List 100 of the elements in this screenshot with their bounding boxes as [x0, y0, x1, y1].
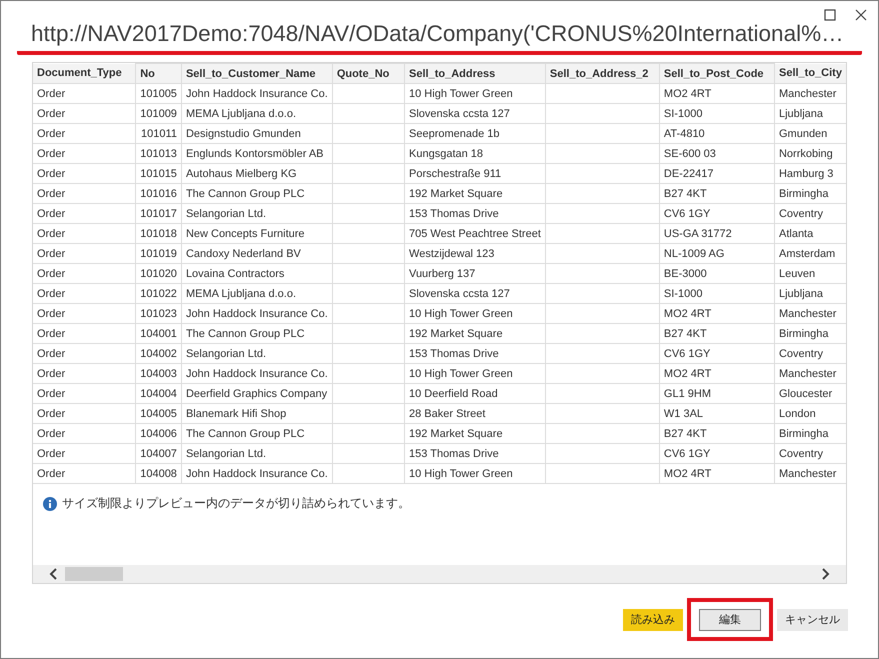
column-header[interactable]: Sell_to_Address_2 — [545, 64, 660, 84]
column-header[interactable]: Sell_to_Post_Code — [659, 64, 774, 84]
table-cell: Candoxy Nederland BV — [181, 244, 332, 264]
table-cell: Lovaina Contractors — [181, 264, 332, 284]
table-cell: Seepromenade 1b — [404, 124, 546, 144]
table-cell: Order — [33, 304, 136, 324]
table-cell: 101015 — [136, 164, 182, 184]
table-cell: 192 Market Square — [404, 424, 546, 444]
table-cell: CV6 1GY — [659, 344, 774, 364]
table-cell: NL-1009 AG — [659, 244, 774, 264]
table-cell: Slovenska ccsta 127 — [404, 104, 546, 124]
table-cell: Order — [33, 204, 136, 224]
table-cell: The Cannon Group PLC — [181, 424, 332, 444]
table-cell: DE-22417 — [659, 164, 774, 184]
table-cell: SI-1000 — [659, 104, 774, 124]
table-cell: SI-1000 — [659, 284, 774, 304]
table-cell: Order — [33, 124, 136, 144]
table-cell: 101019 — [136, 244, 182, 264]
table-cell: 101005 — [136, 84, 182, 104]
table-cell: MEMA Ljubljana d.o.o. — [181, 284, 332, 304]
table-cell: Order — [33, 264, 136, 284]
table-cell: 104002 — [136, 344, 182, 364]
horizontal-scrollbar[interactable] — [33, 565, 846, 583]
table-cell: John Haddock Insurance Co. — [181, 464, 332, 484]
table-cell: 101022 — [136, 284, 182, 304]
table-cell: Westzijdewal 123 — [404, 244, 546, 264]
table-cell: 101023 — [136, 304, 182, 324]
table-cell: 104008 — [136, 464, 182, 484]
table-cell: Order — [33, 324, 136, 344]
table-cell: 104004 — [136, 384, 182, 404]
table-cell: 28 Baker Street — [404, 404, 546, 424]
column-header[interactable]: Sell_to_Address — [404, 64, 546, 84]
table-cell: W1 3AL — [659, 404, 774, 424]
table-cell: Order — [33, 184, 136, 204]
table-cell: Englunds Kontorsmöbler AB — [181, 144, 332, 164]
column-header[interactable]: Quote_No — [332, 64, 405, 84]
table-cell: Order — [33, 344, 136, 364]
table-cell: Order — [33, 164, 136, 184]
action-button[interactable]: キャンセル — [777, 608, 848, 630]
scrollbar-thumb[interactable] — [65, 567, 123, 581]
table-cell: 104006 — [136, 424, 182, 444]
table-cell: Autohaus Mielberg KG — [181, 164, 332, 184]
table-cell: Order — [33, 84, 136, 104]
table-cell: Order — [33, 224, 136, 244]
table-cell: B27 4KT — [659, 184, 774, 204]
table-cell: US-GA 31772 — [659, 224, 774, 244]
table-cell: The Cannon Group PLC — [181, 184, 332, 204]
table-cell: B27 4KT — [659, 424, 774, 444]
table-cell: SE-600 03 — [659, 144, 774, 164]
table-cell: The Cannon Group PLC — [181, 324, 332, 344]
column-header[interactable]: Sell_to_Customer_Name — [181, 64, 332, 84]
action-button[interactable]: 編集 — [699, 608, 761, 630]
table-cell: 101013 — [136, 144, 182, 164]
column-header[interactable]: Sell_to_City — [774, 64, 846, 84]
table-cell: Slovenska ccsta 127 — [404, 284, 546, 304]
scroll-right-icon[interactable] — [820, 568, 830, 580]
table-cell: 10 High Tower Green — [404, 304, 546, 324]
table-cell: 101018 — [136, 224, 182, 244]
table-cell: 101017 — [136, 204, 182, 224]
table-cell: New Concepts Furniture — [181, 224, 332, 244]
table-cell: John Haddock Insurance Co. — [181, 84, 332, 104]
column-header[interactable]: Document_Type — [33, 64, 136, 84]
table-cell: 192 Market Square — [404, 184, 546, 204]
table-cell: Order — [33, 424, 136, 444]
table-cell: 101009 — [136, 104, 182, 124]
table-cell: 192 Market Square — [404, 324, 546, 344]
table-cell: Selangorian Ltd. — [181, 204, 332, 224]
table-cell: GL1 9HM — [659, 384, 774, 404]
scroll-left-icon[interactable] — [49, 568, 59, 580]
table-cell: 101020 — [136, 264, 182, 284]
table-cell: B27 4KT — [659, 324, 774, 344]
table-cell: Vuurberg 137 — [404, 264, 546, 284]
info-icon — [43, 496, 57, 510]
table-cell: 10 High Tower Green — [404, 364, 546, 384]
table-cell: Porschestraße 911 — [404, 164, 546, 184]
table-cell: MEMA Ljubljana d.o.o. — [181, 104, 332, 124]
column-header[interactable]: No — [136, 64, 182, 84]
table-cell: 104007 — [136, 444, 182, 464]
table-cell: John Haddock Insurance Co. — [181, 304, 332, 324]
table-cell: Order — [33, 244, 136, 264]
table-cell: Order — [33, 144, 136, 164]
action-button[interactable]: 読み込み — [623, 608, 683, 630]
table-cell: 153 Thomas Drive — [404, 344, 546, 364]
table-cell: Order — [33, 284, 136, 304]
table-cell: 104005 — [136, 404, 182, 424]
table-cell: Order — [33, 104, 136, 124]
table-cell: 705 West Peachtree Street — [404, 224, 546, 244]
table-cell: MO2 4RT — [659, 84, 774, 104]
table-cell: MO2 4RT — [659, 364, 774, 384]
table-cell: Order — [33, 364, 136, 384]
truncation-notice: サイズ制限よりプレビュー内のデータが切り詰められています。 — [62, 495, 410, 512]
table-cell: 104001 — [136, 324, 182, 344]
table-cell: CV6 1GY — [659, 204, 774, 224]
table-cell: CV6 1GY — [659, 444, 774, 464]
table-cell: 153 Thomas Drive — [404, 204, 546, 224]
table-cell: Selangorian Ltd. — [181, 344, 332, 364]
table-cell: Blanemark Hifi Shop — [181, 404, 332, 424]
table-cell: 101011 — [136, 124, 182, 144]
table-cell: Designstudio Gmunden — [181, 124, 332, 144]
table-cell: 10 High Tower Green — [404, 84, 546, 104]
